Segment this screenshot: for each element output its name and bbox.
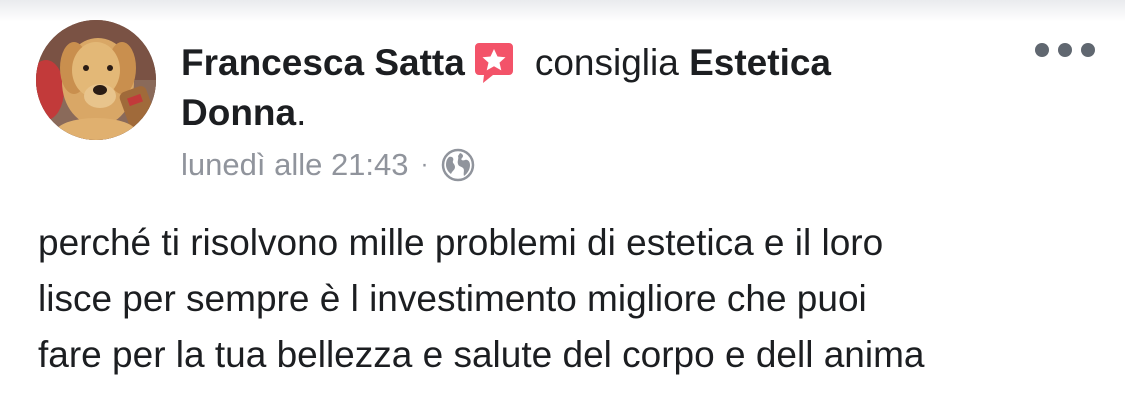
recommended-page-name[interactable]: Estetica xyxy=(689,42,831,83)
post-meta: lunedì alle 21:43 · xyxy=(181,143,475,187)
more-options-icon xyxy=(1081,43,1095,57)
post-header: Francesca Satta consiglia Estetica Donna. xyxy=(181,38,1021,138)
author-name[interactable]: Francesca Satta xyxy=(181,42,465,83)
post-body: perché ti risolvono mille problemi di es… xyxy=(38,215,1098,383)
post-body-line: perché ti risolvono mille problemi di es… xyxy=(38,222,884,263)
meta-separator: · xyxy=(420,151,429,178)
post-body-line: lisce per sempre è l investimento miglio… xyxy=(38,278,867,319)
recommendation-star-icon xyxy=(473,41,515,85)
more-options-icon xyxy=(1058,43,1072,57)
timestamp[interactable]: lunedì alle 21:43 xyxy=(181,143,409,187)
globe-icon[interactable] xyxy=(441,148,475,182)
recommended-page-name-continued[interactable]: Donna xyxy=(181,92,296,133)
action-verb: consiglia xyxy=(534,42,679,83)
more-options-button[interactable] xyxy=(1035,38,1095,62)
post-body-line: fare per la tua bellezza e salute del co… xyxy=(38,334,925,375)
post-card: Francesca Satta consiglia Estetica Donna.… xyxy=(0,0,1125,403)
avatar[interactable] xyxy=(36,20,156,140)
period: . xyxy=(296,92,307,133)
more-options-icon xyxy=(1035,43,1049,57)
dog-photo xyxy=(36,20,156,140)
